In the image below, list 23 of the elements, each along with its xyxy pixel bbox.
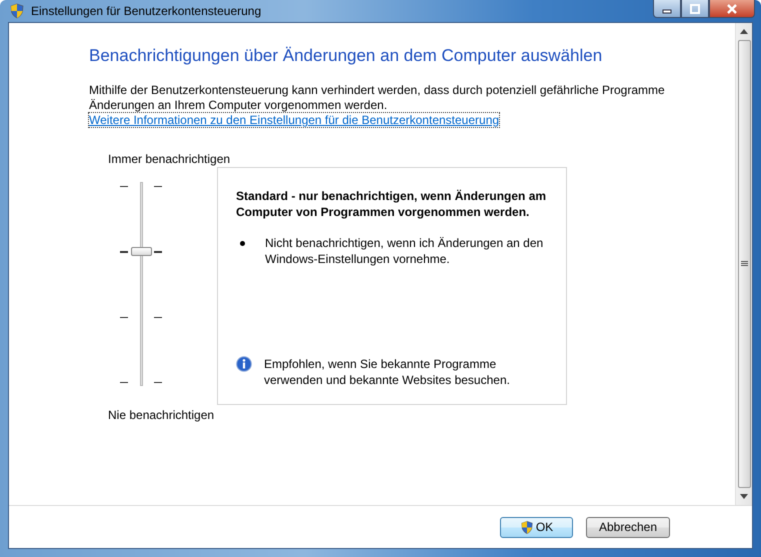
- slider-thumb[interactable]: [131, 247, 152, 256]
- panel-title: Standard - nur benachrichtigen, wenn Änderungen am Computer von Programmen vorgenommen werden.: [236, 188, 548, 220]
- scrollbar[interactable]: [735, 23, 752, 505]
- description-text: Mithilfe der Benutzerkontensteuerung kann verhindert werden, dass durch potenziell gefährliche Programme Änderungen an Ihrem Computer vorgenommen werden.: [89, 83, 666, 113]
- bullet-text: Nicht benachrichtigen, wenn ich Änderungen an den Windows-Einstellungen vornehme.: [265, 235, 544, 267]
- bullet-icon: [240, 241, 245, 246]
- shield-icon: [520, 520, 534, 534]
- close-button[interactable]: [709, 0, 755, 18]
- scroll-thumb[interactable]: [738, 40, 750, 488]
- window-title: Einstellungen für Benutzerkontensteuerung: [31, 4, 262, 18]
- slider-top-label: Immer benachrichtigen: [108, 152, 230, 166]
- more-info-link[interactable]: Weitere Informationen zu den Einstellungen für die Benutzerkontensteuerung: [89, 113, 500, 127]
- close-icon: [726, 4, 738, 14]
- dialog-button[interactable]: OK: [500, 516, 573, 538]
- maximize-icon: [690, 4, 700, 14]
- dialog-button[interactable]: Abbrechen: [586, 516, 670, 538]
- page-heading: Benachrichtigungen über Änderungen an dem Computer auswählen: [89, 46, 604, 66]
- info-icon: [236, 356, 252, 372]
- slider-bottom-label: Nie benachrichtigen: [108, 407, 214, 422]
- recommendation-note: Empfohlen, wenn Sie bekannte Programme verwenden und bekannte Websites besuchen.: [264, 356, 511, 388]
- maximize-button[interactable]: [681, 0, 709, 18]
- shield-icon: [9, 3, 25, 19]
- minimize-button[interactable]: [653, 0, 681, 18]
